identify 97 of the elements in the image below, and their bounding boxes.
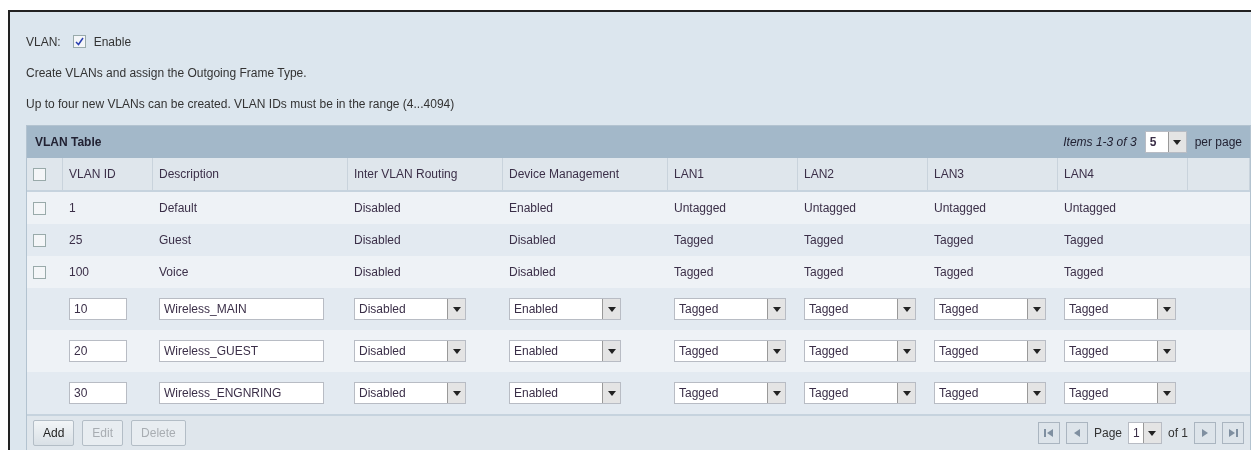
dropdown[interactable]: Enabled — [509, 382, 621, 404]
column-header: Device Management — [509, 166, 620, 183]
checkbox[interactable] — [33, 167, 46, 181]
dropdown[interactable]: Tagged — [674, 298, 786, 320]
dropdown[interactable]: Disabled — [354, 340, 466, 362]
table-cell-text: Tagged — [1064, 264, 1104, 281]
caret-icon — [1157, 341, 1175, 361]
previous-page-icon[interactable] — [1065, 422, 1088, 444]
dropdown[interactable]: Tagged — [674, 382, 786, 404]
dropdown[interactable]: Enabled — [509, 298, 621, 320]
page-dropdown[interactable]: 1 — [1128, 422, 1162, 444]
input-field[interactable]: 20 — [69, 340, 127, 362]
page-label: Page — [1093, 425, 1122, 442]
table-cell-text: Untagged — [804, 200, 857, 217]
caret-icon — [767, 299, 785, 319]
checkbox[interactable] — [33, 201, 46, 215]
dropdown[interactable]: Tagged — [804, 340, 916, 362]
table-cell-text: Tagged — [934, 264, 974, 281]
column-header: LAN2 — [804, 166, 835, 183]
table-cell-text: Enabled — [509, 200, 554, 217]
checkbox[interactable] — [33, 233, 46, 247]
caret-icon — [767, 341, 785, 361]
dropdown[interactable]: Tagged — [1064, 382, 1176, 404]
caret-icon — [1157, 299, 1175, 319]
input-field[interactable]: Wireless_GUEST — [159, 340, 324, 362]
instruction-text: Up to four new VLANs can be created. VLAN IDs must be in the range (4...4094) — [26, 95, 455, 113]
table-cell-text: Untagged — [934, 200, 987, 217]
column-header: LAN3 — [934, 166, 965, 183]
dropdown[interactable]: Disabled — [354, 298, 466, 320]
page-count: of 1 — [1168, 425, 1188, 442]
caret-icon — [1157, 383, 1175, 403]
caret-icon — [1167, 132, 1186, 152]
caret-icon — [447, 341, 465, 361]
dropdown[interactable]: Tagged — [1064, 340, 1176, 362]
table-cell-text: Disabled — [354, 200, 401, 217]
dropdown[interactable]: Tagged — [934, 298, 1046, 320]
column-header: LAN1 — [674, 166, 705, 183]
checkbox[interactable] — [72, 35, 86, 48]
table-title: VLAN Table — [35, 134, 102, 151]
table-cell-text: Tagged — [1064, 232, 1104, 249]
table-cell-text: Default — [159, 200, 198, 217]
caret-icon — [447, 383, 465, 403]
table-cell-text: Disabled — [509, 264, 556, 281]
table-cell-text: 100 — [69, 264, 90, 281]
caret-icon — [602, 341, 620, 361]
column-header: Inter VLAN Routing — [354, 166, 458, 183]
caret-icon — [447, 299, 465, 319]
table-cell-text: Tagged — [674, 264, 714, 281]
next-page-icon[interactable] — [1194, 422, 1216, 444]
per-page-dropdown[interactable]: 5 — [1144, 131, 1187, 153]
table-cell-text: Disabled — [509, 232, 556, 249]
checkbox[interactable] — [33, 265, 46, 279]
table-cell-text: 25 — [69, 232, 83, 249]
table-cell-text: Voice — [159, 264, 189, 281]
table-cell-text: Tagged — [674, 232, 714, 249]
caret-icon — [897, 341, 915, 361]
column-header: VLAN ID — [69, 166, 116, 183]
instruction-text: Create VLANs and assign the Outgoing Frame Type. — [26, 64, 307, 82]
table-cell-text: Guest — [159, 232, 191, 249]
caret-icon — [602, 383, 620, 403]
button[interactable]: Add — [33, 420, 75, 446]
caret-icon — [1027, 299, 1045, 319]
caret-icon — [602, 299, 620, 319]
caret-icon — [1143, 423, 1161, 443]
column-header: Description — [159, 166, 220, 183]
column-header: LAN4 — [1064, 166, 1095, 183]
per-page-label: per page — [1194, 134, 1242, 151]
dropdown[interactable]: Disabled — [354, 382, 466, 404]
dropdown[interactable]: Enabled — [509, 340, 621, 362]
dropdown[interactable]: Tagged — [804, 298, 916, 320]
input-field[interactable]: 10 — [69, 298, 127, 320]
caret-icon — [1027, 341, 1045, 361]
first-page-icon[interactable] — [1037, 422, 1060, 444]
items-count: Items 1-3 of 3 — [1063, 134, 1137, 151]
last-page-icon[interactable] — [1222, 422, 1244, 444]
table-cell-text: Untagged — [1064, 200, 1117, 217]
dropdown[interactable]: Tagged — [934, 340, 1046, 362]
dropdown[interactable]: Tagged — [674, 340, 786, 362]
caret-icon — [897, 383, 915, 403]
table-cell-text: Disabled — [354, 232, 401, 249]
table-cell-text: Tagged — [934, 232, 974, 249]
input-field[interactable]: Wireless_MAIN — [159, 298, 324, 320]
table-cell-text: Untagged — [674, 200, 727, 217]
input-field[interactable]: 30 — [69, 382, 127, 404]
dropdown[interactable]: Tagged — [804, 382, 916, 404]
field-label: VLAN: — [26, 33, 61, 51]
checkbox-label: Enable — [93, 33, 132, 51]
input-field[interactable]: Wireless_ENGNRING — [159, 382, 324, 404]
caret-icon — [1027, 383, 1045, 403]
table-cell-text: Tagged — [804, 264, 844, 281]
table-cell-text: Tagged — [804, 232, 844, 249]
caret-icon — [767, 383, 785, 403]
table-cell-text: 1 — [69, 200, 76, 217]
dropdown[interactable]: Tagged — [934, 382, 1046, 404]
caret-icon — [897, 299, 915, 319]
table-cell-text: Disabled — [354, 264, 401, 281]
dropdown[interactable]: Tagged — [1064, 298, 1176, 320]
